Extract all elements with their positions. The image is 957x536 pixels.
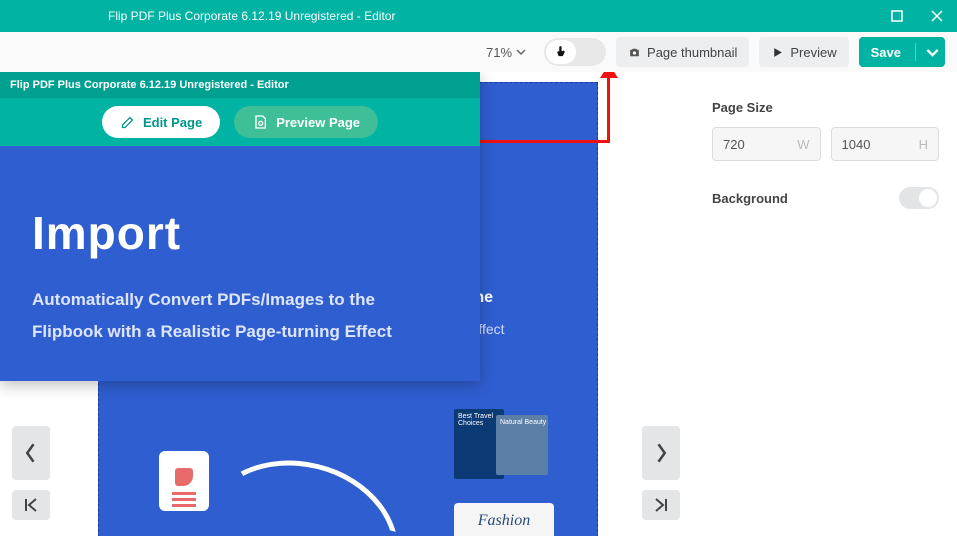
- first-page-icon: [23, 498, 39, 512]
- page-size-label: Page Size: [712, 100, 939, 115]
- pencil-icon: [120, 115, 135, 130]
- save-button[interactable]: Save: [859, 37, 945, 67]
- maximize-button[interactable]: [877, 0, 917, 32]
- height-suffix: H: [919, 137, 928, 152]
- camera-icon: [628, 46, 641, 59]
- chevron-down-icon: [516, 47, 526, 57]
- editor-workspace: the Effect Best Travel Choices Natural B…: [0, 72, 957, 536]
- close-button[interactable]: [917, 0, 957, 32]
- preview-label: Preview: [790, 45, 836, 60]
- palette-promo-area: Import Automatically Convert PDFs/Images…: [0, 146, 480, 381]
- palette-title: Flip PDF Plus Corporate 6.12.19 Unregist…: [10, 79, 289, 91]
- annotation-arrow-v: [607, 72, 610, 143]
- background-toggle[interactable]: [899, 187, 939, 209]
- chevron-down-icon: [926, 46, 939, 59]
- editor-mode-palette: Flip PDF Plus Corporate 6.12.19 Unregist…: [0, 72, 480, 381]
- edit-page-tab[interactable]: Edit Page: [102, 106, 220, 138]
- next-page-button[interactable]: [642, 426, 680, 480]
- chevron-left-icon: [24, 443, 38, 463]
- touch-hand-icon: [554, 45, 568, 59]
- zoom-level-dropdown[interactable]: 71%: [478, 37, 534, 67]
- window-titlebar: Flip PDF Plus Corporate 6.12.19 Unregist…: [0, 0, 957, 32]
- pdf-file-icon: [159, 451, 209, 511]
- preview-page-icon: [252, 114, 268, 130]
- flow-arrow-decoration: [202, 440, 415, 536]
- preview-page-label: Preview Page: [276, 115, 360, 130]
- palette-titlebar: Flip PDF Plus Corporate 6.12.19 Unregist…: [0, 72, 480, 98]
- fashion-card: Fashion: [454, 503, 554, 536]
- page-width-value: 720: [723, 137, 745, 152]
- last-page-button[interactable]: [642, 490, 680, 520]
- first-page-button[interactable]: [12, 490, 50, 520]
- promo-line-1: Automatically Convert PDFs/Images to the: [32, 284, 448, 316]
- canvas-area: the Effect Best Travel Choices Natural B…: [0, 72, 693, 536]
- page-thumbnail-label: Page thumbnail: [647, 45, 737, 60]
- promo-heading: Import: [32, 206, 448, 260]
- edit-page-label: Edit Page: [143, 115, 202, 130]
- annotation-arrowhead-icon: [600, 72, 618, 78]
- toggle-knob: [546, 40, 576, 64]
- prev-page-button[interactable]: [12, 426, 50, 480]
- promo-line-2: Flipbook with a Realistic Page-turning E…: [32, 316, 448, 348]
- page-height-input[interactable]: 1040 H: [831, 127, 940, 161]
- width-suffix: W: [797, 137, 809, 152]
- play-icon: [771, 46, 784, 59]
- interactive-mode-toggle[interactable]: [544, 38, 606, 66]
- page-height-value: 1040: [842, 137, 871, 152]
- background-label: Background: [712, 191, 788, 206]
- last-page-icon: [653, 498, 669, 512]
- properties-panel: Page Size 720 W 1040 H Background: [694, 72, 957, 536]
- window-title: Flip PDF Plus Corporate 6.12.19 Unregist…: [108, 9, 395, 23]
- thumb2-label: Natural Beauty: [500, 419, 546, 426]
- preview-page-tab[interactable]: Preview Page: [234, 106, 378, 138]
- maximize-icon: [891, 10, 903, 22]
- zoom-value: 71%: [486, 45, 512, 60]
- chevron-right-icon: [654, 443, 668, 463]
- page-width-input[interactable]: 720 W: [712, 127, 821, 161]
- main-toolbar: 71% Page thumbnail Preview Save: [0, 32, 957, 72]
- fashion-label: Fashion: [478, 512, 530, 530]
- close-icon: [931, 10, 943, 22]
- page-thumbnail-button[interactable]: Page thumbnail: [616, 37, 749, 67]
- save-label: Save: [871, 45, 901, 60]
- preview-button[interactable]: Preview: [759, 37, 848, 67]
